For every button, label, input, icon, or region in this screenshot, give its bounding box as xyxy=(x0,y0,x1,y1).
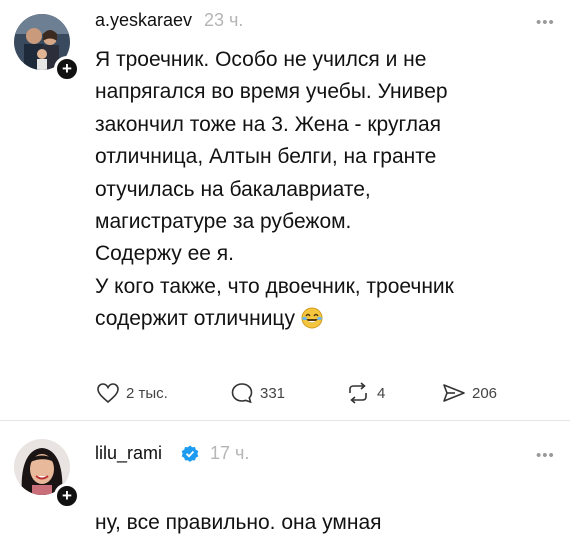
send-icon xyxy=(442,382,466,404)
follow-plus-button[interactable]: + xyxy=(54,56,80,82)
post-text: Я троечник. Особо не учился и не напряга… xyxy=(95,44,565,340)
post-1: + a.yeskaraev 23 ч. ••• Я троечник. Особ… xyxy=(0,0,570,420)
verified-badge-icon xyxy=(181,445,199,468)
post-time: 17 ч. xyxy=(210,443,250,463)
like-action[interactable]: 2 тыс. xyxy=(96,382,168,404)
post-time: 23 ч. xyxy=(204,10,244,30)
share-count: 206 xyxy=(472,384,498,402)
repost-icon xyxy=(345,382,371,404)
username[interactable]: lilu_rami xyxy=(95,443,162,464)
like-count: 2 тыс. xyxy=(126,384,168,402)
repost-count: 4 xyxy=(377,384,386,402)
share-action[interactable]: 206 xyxy=(442,382,497,404)
post-text: ну, все правильно. она умная xyxy=(95,475,565,540)
comment-action[interactable]: 331 xyxy=(230,382,285,404)
post-text-content: Я троечник. Особо не учился и не напряга… xyxy=(95,48,454,331)
post-2: + lilu_rami 17 ч. ••• ну, все правильно.… xyxy=(0,421,570,534)
comment-count: 331 xyxy=(260,384,286,402)
comment-icon xyxy=(230,382,254,404)
post-text-content: ну, все правильно. она умная xyxy=(95,511,382,535)
more-options-icon[interactable]: ••• xyxy=(536,447,555,464)
heart-icon xyxy=(96,382,120,404)
follow-plus-button[interactable]: + xyxy=(54,483,80,509)
more-options-icon[interactable]: ••• xyxy=(536,14,555,31)
repost-action[interactable]: 4 xyxy=(345,382,385,404)
username[interactable]: a.yeskaraev xyxy=(95,10,192,31)
face-with-tears-of-joy-icon xyxy=(301,307,323,339)
